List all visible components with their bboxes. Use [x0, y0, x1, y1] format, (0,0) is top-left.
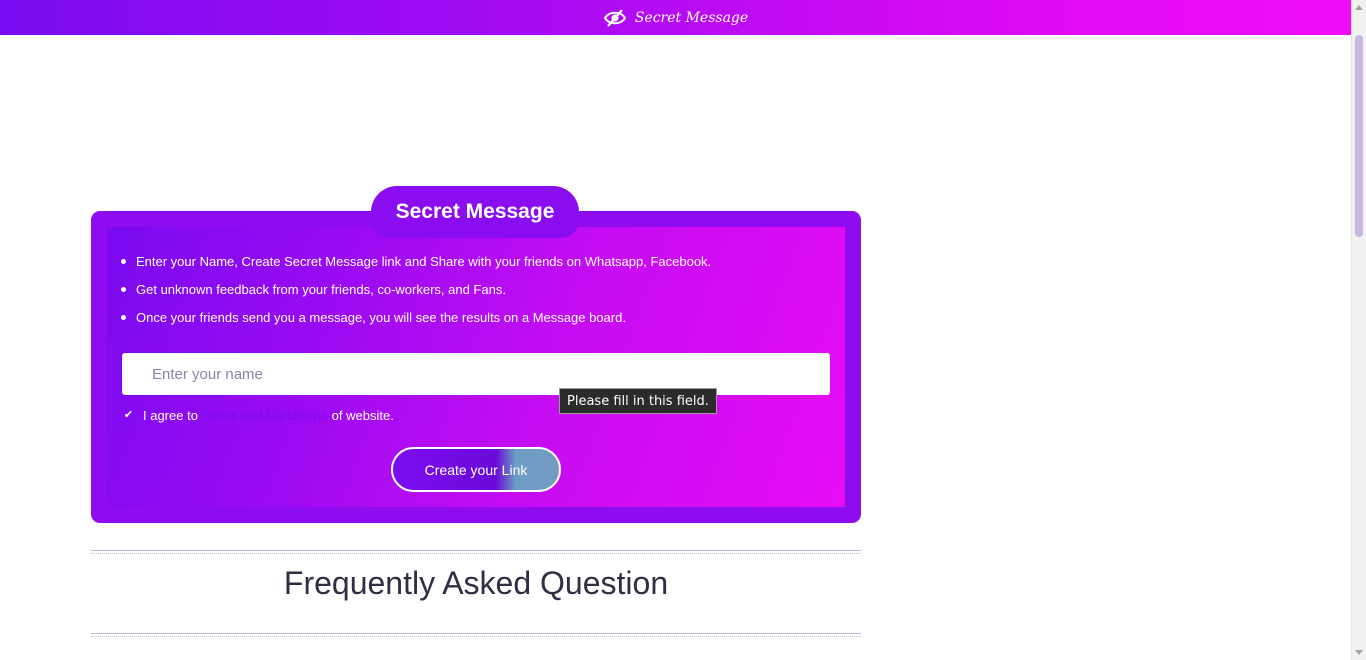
faq-divider-bottom: [91, 633, 861, 637]
scroll-down-arrow-icon[interactable]: [1355, 650, 1363, 655]
faq-divider-top: [91, 550, 861, 554]
validation-tooltip: Please fill in this field.: [559, 388, 717, 414]
page-scrollbar[interactable]: [1351, 0, 1366, 660]
card-title: Secret Message: [371, 186, 579, 238]
top-header-bar: Secret Message: [0, 0, 1351, 35]
terms-link[interactable]: Terms and Conditions: [202, 408, 328, 423]
agree-prefix: I agree to: [143, 408, 198, 423]
brand-name: Secret Message: [634, 9, 749, 26]
brand-logo[interactable]: Secret Message: [603, 8, 748, 28]
create-link-button[interactable]: Create your Link: [391, 447, 561, 492]
faq-heading: Frequently Asked Question: [283, 565, 669, 601]
instruction-item: Once your friends send you a message, yo…: [121, 308, 711, 336]
instructions-list: Enter your Name, Create Secret Message l…: [121, 252, 711, 336]
agree-suffix: of website.: [331, 408, 394, 423]
agree-checkbox[interactable]: ✔: [122, 409, 135, 422]
terms-agreement-row: ✔ I agree to Terms and Conditions of web…: [122, 408, 394, 423]
instruction-item: Get unknown feedback from your friends, …: [121, 280, 711, 308]
eye-slash-icon: [603, 8, 626, 27]
scrollbar-thumb[interactable]: [1355, 35, 1363, 237]
instruction-item: Enter your Name, Create Secret Message l…: [121, 252, 711, 280]
scroll-up-arrow-icon[interactable]: [1355, 5, 1363, 10]
name-input[interactable]: [122, 353, 830, 395]
